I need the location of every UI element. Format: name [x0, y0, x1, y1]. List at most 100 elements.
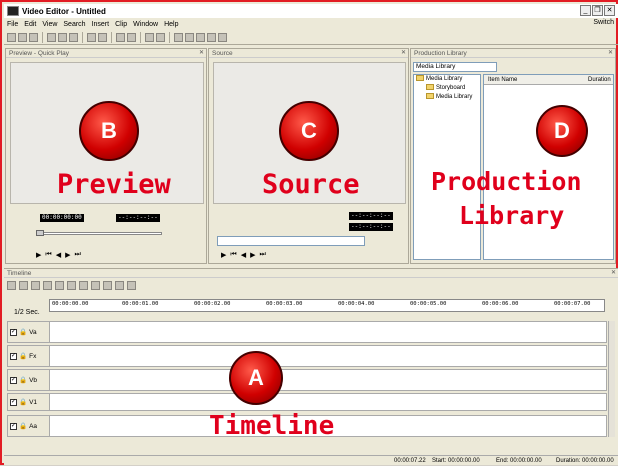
- start-icon[interactable]: ⏮: [230, 251, 236, 259]
- column-item-name[interactable]: Item Name: [488, 75, 517, 85]
- tree-item-media-library[interactable]: Media Library: [414, 75, 480, 84]
- tree-item-storyboard[interactable]: Storyboard: [414, 84, 480, 93]
- export-icon[interactable]: [156, 33, 165, 42]
- timeline-ruler[interactable]: 00:00:00.00 00:00:01.00 00:00:02.00 00:0…: [49, 299, 605, 312]
- preview-timecode: 00:00:00:00: [40, 214, 84, 222]
- track-checkbox[interactable]: ✓: [10, 422, 17, 430]
- burn-icon[interactable]: [207, 33, 216, 42]
- ruler-tick: 00:00:02.00: [194, 301, 231, 307]
- import-icon[interactable]: [127, 33, 136, 42]
- copy-icon[interactable]: [58, 33, 67, 42]
- preview-viewer: B Preview: [10, 62, 204, 204]
- folder-icon: [426, 93, 434, 100]
- library-label-line2: Library: [459, 201, 565, 230]
- lock-icon[interactable]: 🔒: [19, 422, 27, 430]
- layout-icon[interactable]: [127, 281, 136, 290]
- prev-frame-icon[interactable]: ◀: [56, 251, 61, 259]
- preview-title: Preview - Quick Play ✕: [6, 49, 206, 58]
- folder-icon: [416, 75, 424, 82]
- new-icon[interactable]: [7, 33, 16, 42]
- tree-item-media-library-2[interactable]: Media Library: [414, 93, 480, 102]
- minimize-button[interactable]: _: [580, 5, 591, 16]
- menu-window[interactable]: Window: [130, 21, 161, 28]
- lock-icon[interactable]: 🔒: [19, 398, 27, 406]
- library-panel: Production Library ✕ Media Library Media …: [410, 48, 616, 264]
- layout2-icon[interactable]: [185, 33, 194, 42]
- split-icon[interactable]: [67, 281, 76, 290]
- column-duration[interactable]: Duration: [588, 75, 611, 85]
- close-icon[interactable]: ✕: [608, 49, 613, 58]
- cut-icon[interactable]: [47, 33, 56, 42]
- print-icon[interactable]: [145, 33, 154, 42]
- restore-button[interactable]: ❐: [592, 5, 603, 16]
- track-vb[interactable]: ✓ 🔒 Vb: [7, 369, 607, 391]
- lock-icon[interactable]: 🔒: [19, 328, 27, 336]
- folder-icon: [426, 84, 434, 91]
- open-icon[interactable]: [18, 33, 27, 42]
- transition-icon[interactable]: [79, 281, 88, 290]
- close-icon[interactable]: ✕: [199, 49, 204, 58]
- end-icon[interactable]: ⏭: [259, 251, 265, 259]
- play-icon[interactable]: ▶: [221, 251, 226, 259]
- close-icon[interactable]: ✕: [611, 269, 616, 278]
- lock-icon[interactable]: 🔒: [19, 376, 27, 384]
- timeline-scale[interactable]: 1/2 Sec.: [14, 309, 40, 316]
- ruler-tick: 00:00:07.00: [554, 301, 591, 307]
- menu-search[interactable]: Search: [60, 21, 88, 28]
- lock-icon[interactable]: 🔒: [19, 352, 27, 360]
- preview-badge: B: [79, 101, 139, 161]
- library-badge: D: [536, 105, 588, 157]
- marker-icon[interactable]: [115, 281, 124, 290]
- track-checkbox[interactable]: ✓: [10, 352, 17, 360]
- menu-insert[interactable]: Insert: [89, 21, 113, 28]
- prev-frame-icon[interactable]: ◀: [241, 251, 246, 259]
- title-icon[interactable]: [43, 281, 52, 290]
- menu-help[interactable]: Help: [161, 21, 181, 28]
- library-dropdown[interactable]: Media Library: [413, 62, 497, 72]
- timeline-title: Timeline ✕: [4, 269, 618, 278]
- track-checkbox[interactable]: ✓: [10, 328, 17, 336]
- preview-slider-knob[interactable]: [36, 230, 44, 236]
- undo-icon[interactable]: [87, 33, 96, 42]
- redo-icon[interactable]: [98, 33, 107, 42]
- source-dropdown[interactable]: [217, 236, 365, 246]
- menu-view[interactable]: View: [39, 21, 60, 28]
- help-icon[interactable]: [218, 33, 227, 42]
- timeline-scrollbar[interactable]: [608, 321, 615, 437]
- save-icon[interactable]: [29, 33, 38, 42]
- menu-clip[interactable]: Clip: [112, 21, 130, 28]
- trim-icon[interactable]: [55, 281, 64, 290]
- toolbar-separator: [111, 32, 112, 43]
- camera-icon[interactable]: [196, 33, 205, 42]
- track-checkbox[interactable]: ✓: [10, 398, 17, 406]
- next-frame-icon[interactable]: ▶: [65, 251, 70, 259]
- toolbar-separator: [140, 32, 141, 43]
- effects-icon[interactable]: [91, 281, 100, 290]
- paste-icon[interactable]: [69, 33, 78, 42]
- zoom-icon[interactable]: [31, 281, 40, 290]
- select-icon[interactable]: [19, 281, 28, 290]
- capture-icon[interactable]: [116, 33, 125, 42]
- source-panel: Source ✕ C Source --:--:--:-- --:--:--:--…: [208, 48, 409, 264]
- next-frame-icon[interactable]: ▶: [250, 251, 255, 259]
- track-checkbox[interactable]: ✓: [10, 376, 17, 384]
- close-button[interactable]: ✕: [604, 5, 615, 16]
- preview-controls: ▶ ⏮ ◀ ▶ ⏭: [36, 251, 81, 259]
- play-icon[interactable]: ▶: [36, 251, 41, 259]
- close-icon[interactable]: ✕: [401, 49, 406, 58]
- end-icon[interactable]: ⏭: [74, 251, 80, 259]
- layout-icon[interactable]: [174, 33, 183, 42]
- preview-slider[interactable]: [36, 232, 162, 235]
- switch-link[interactable]: Switch: [593, 19, 614, 26]
- track-v1[interactable]: ✓ 🔒 V1: [7, 393, 607, 411]
- menu-file[interactable]: File: [4, 21, 21, 28]
- toolbar-separator: [82, 32, 83, 43]
- track-fx[interactable]: ✓ 🔒 Fx: [7, 345, 607, 367]
- track-va[interactable]: ✓ 🔒 Va: [7, 321, 607, 343]
- audio-icon[interactable]: [103, 281, 112, 290]
- start-icon[interactable]: ⏮: [45, 251, 51, 259]
- ruler-tick: 00:00:00.00: [52, 301, 89, 307]
- menu-bar: File Edit View Search Insert Clip Window…: [4, 19, 618, 30]
- storyboard-icon[interactable]: [7, 281, 16, 290]
- menu-edit[interactable]: Edit: [21, 21, 39, 28]
